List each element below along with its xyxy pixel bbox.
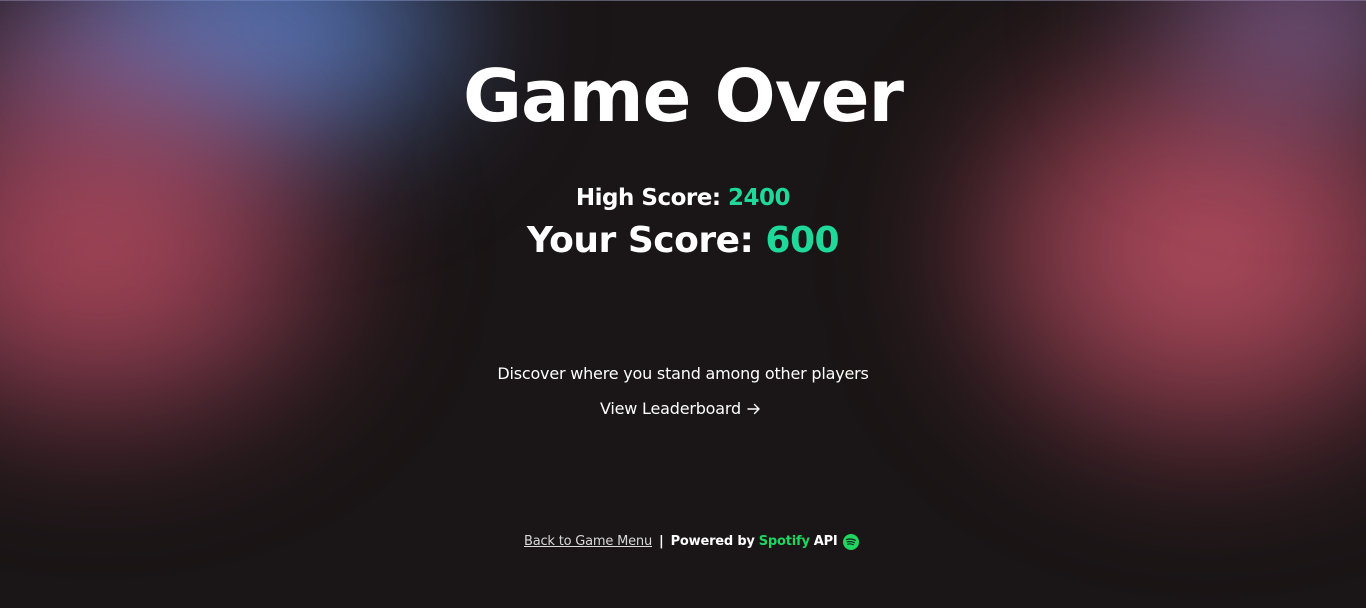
footer-separator: |	[659, 534, 664, 549]
your-score-label: Your Score:	[526, 220, 766, 261]
api-label: API	[813, 534, 838, 549]
view-leaderboard-label: View Leaderboard	[600, 399, 741, 418]
high-score: High Score: 2400	[0, 183, 1366, 213]
powered-by-label: Powered by	[670, 534, 755, 549]
spotify-label: Spotify	[758, 534, 810, 549]
main-content: Game Over High Score: 2400 Your Score: 6…	[0, 0, 1366, 608]
high-score-label: High Score:	[575, 185, 729, 211]
leaderboard-prompt: Discover where you stand among other pla…	[497, 364, 869, 383]
footer: Back to Game Menu | Powered by Spotify A…	[524, 533, 859, 551]
spotify-icon	[842, 534, 859, 550]
your-score-value: 600	[765, 220, 840, 261]
back-to-game-menu-link[interactable]: Back to Game Menu	[524, 533, 652, 551]
game-over-screen: Game Over High Score: 2400 Your Score: 6…	[0, 0, 1366, 608]
your-score: Your Score: 600	[0, 218, 1366, 264]
page-title: Game Over	[462, 54, 904, 138]
arrow-right-icon	[747, 403, 760, 415]
view-leaderboard-link[interactable]: View Leaderboard	[600, 398, 761, 420]
high-score-value: 2400	[728, 185, 791, 211]
